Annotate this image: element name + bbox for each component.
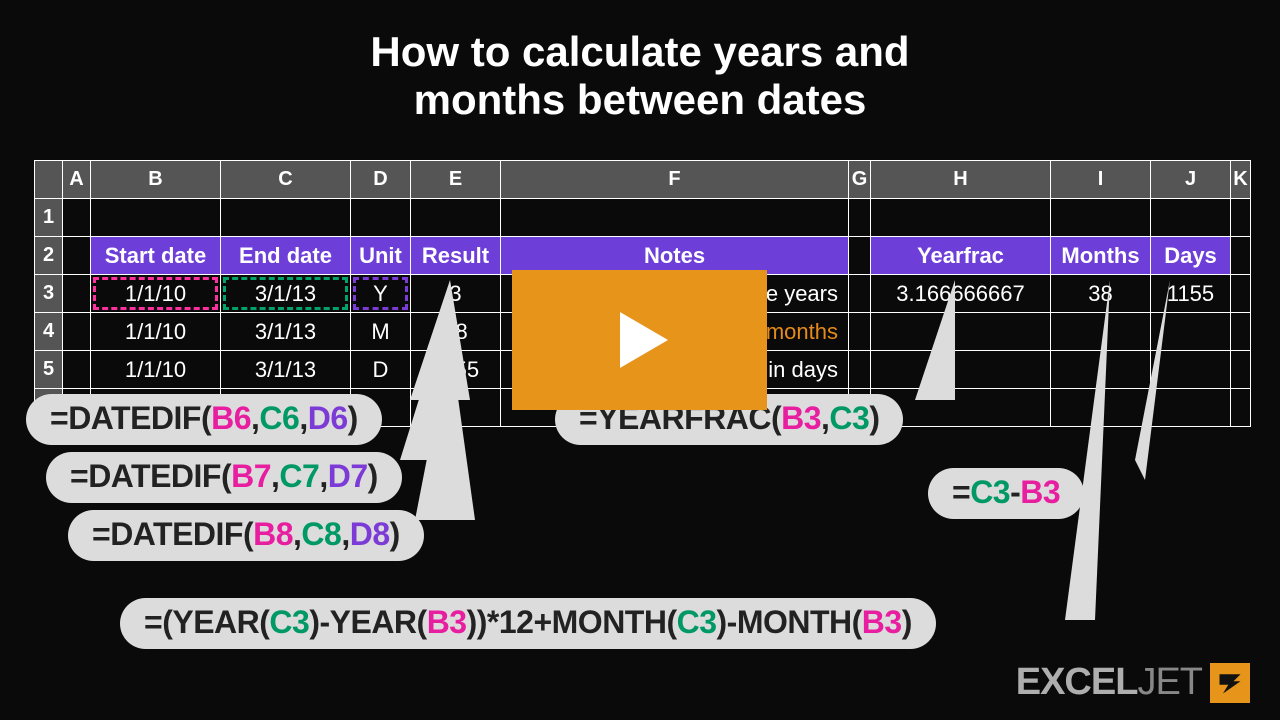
header-result: Result [411,237,501,275]
header-yearfrac: Yearfrac [871,237,1051,275]
cell [1151,199,1231,237]
header-months: Months [1051,237,1151,275]
col-header: J [1151,161,1231,199]
row-header: 1 [35,199,63,237]
cell-c5: 3/1/13 [221,351,351,389]
corner-cell [35,161,63,199]
cell [91,199,221,237]
col-header: G [849,161,871,199]
row-header: 4 [35,313,63,351]
header-end-date: End date [221,237,351,275]
play-button[interactable] [512,270,767,410]
header-start-date: Start date [91,237,221,275]
cell [63,237,91,275]
callout-pointer [400,340,480,530]
col-header: H [871,161,1051,199]
cell [1051,199,1151,237]
header-notes: Notes [501,237,849,275]
logo-icon [1210,663,1250,703]
cell [1231,351,1251,389]
col-header: F [501,161,849,199]
cell [1231,275,1251,313]
play-icon [600,300,680,380]
row-header: 5 [35,351,63,389]
cell [849,199,871,237]
cell-c3: 3/1/13 [221,275,351,313]
cell [63,313,91,351]
cell [63,351,91,389]
formula-year-month: =(YEAR(C3)-YEAR(B3))*12+MONTH(C3)-MONTH(… [120,598,936,649]
cell [849,237,871,275]
col-header: D [351,161,411,199]
col-header: E [411,161,501,199]
exceljet-logo: EXCELJET [1016,661,1250,704]
cell [849,313,871,351]
cell [351,199,411,237]
cell [1231,199,1251,237]
cell [221,199,351,237]
formula-diff: =C3-B3 [928,468,1084,519]
cell [411,199,501,237]
header-unit: Unit [351,237,411,275]
cell [871,199,1051,237]
formula-datedif-1: =DATEDIF(B6,C6,D6) [26,394,382,445]
cell [849,351,871,389]
header-days: Days [1151,237,1231,275]
cell [1231,389,1251,427]
cell-b5: 1/1/10 [91,351,221,389]
cell-c4: 3/1/13 [221,313,351,351]
cell [849,275,871,313]
callout-pointer [915,280,995,410]
col-header: A [63,161,91,199]
cell [1231,313,1251,351]
page-title: How to calculate years and months betwee… [0,28,1280,125]
cell [63,275,91,313]
col-header: B [91,161,221,199]
col-header: C [221,161,351,199]
formula-datedif-3: =DATEDIF(B8,C8,D8) [68,510,424,561]
row-header: 3 [35,275,63,313]
cell-b3: 1/1/10 [91,275,221,313]
row-header: 2 [35,237,63,275]
cell [1231,237,1251,275]
col-header: K [1231,161,1251,199]
callout-pointer [1135,280,1195,490]
cell [501,199,849,237]
formula-datedif-2: =DATEDIF(B7,C7,D7) [46,452,402,503]
title-line-1: How to calculate years and [0,28,1280,76]
col-header: I [1051,161,1151,199]
cell-b4: 1/1/10 [91,313,221,351]
cell [63,199,91,237]
title-line-2: months between dates [0,76,1280,124]
